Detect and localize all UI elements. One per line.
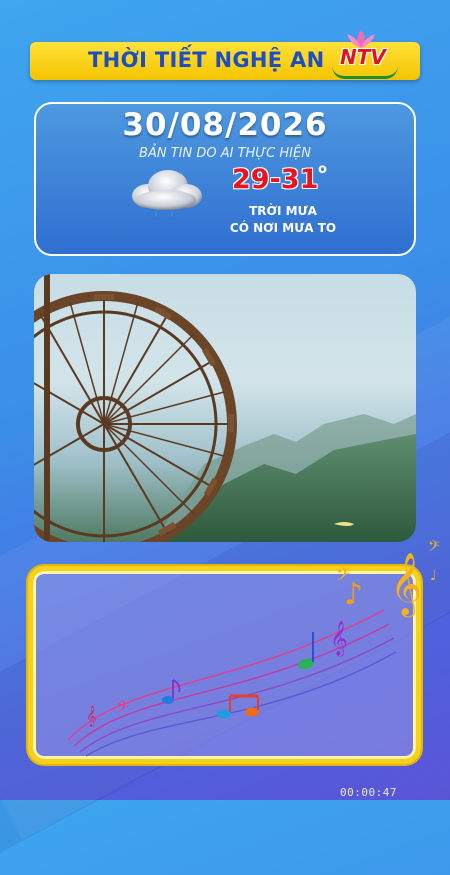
svg-text:𝄞: 𝄞 bbox=[390, 552, 422, 618]
rain-cloud-icon bbox=[132, 170, 202, 217]
svg-text:𝄞: 𝄞 bbox=[330, 621, 348, 657]
svg-text:𝄢: 𝄢 bbox=[116, 697, 129, 721]
landscape-illustration bbox=[34, 274, 416, 542]
forecast-card: 30/08/2026 BẢN TIN DO AI THỰC HIỆN 29-31… bbox=[34, 102, 416, 256]
svg-text:𝄢: 𝄢 bbox=[428, 538, 440, 559]
forecast-date: 30/08/2026 bbox=[122, 107, 328, 143]
page-title: THỜI TIẾT NGHỆ AN bbox=[88, 48, 325, 72]
ntv-logo: NTV bbox=[318, 28, 404, 84]
temperature-value: 29-31 bbox=[232, 164, 319, 195]
music-notes-icon: 𝄢 𝄞 𝄞 𝄞 ♪ 𝄢 𝄢 ♩ bbox=[67, 538, 440, 757]
svg-text:𝄞: 𝄞 bbox=[86, 706, 97, 727]
degree-symbol: o bbox=[318, 162, 327, 177]
water-wheel-image bbox=[34, 274, 416, 542]
weather-condition: TRỜI MƯA bbox=[249, 204, 317, 218]
weather-condition-detail: CÓ NƠI MƯA TO bbox=[229, 221, 337, 235]
svg-text:𝄢: 𝄢 bbox=[336, 565, 350, 590]
svg-text:♩: ♩ bbox=[430, 568, 437, 584]
logo-swoosh bbox=[332, 66, 398, 79]
playback-timestamp: 00:00:47 bbox=[340, 786, 397, 799]
forecast-subtitle: BẢN TIN DO AI THỰC HIỆN bbox=[139, 146, 311, 161]
